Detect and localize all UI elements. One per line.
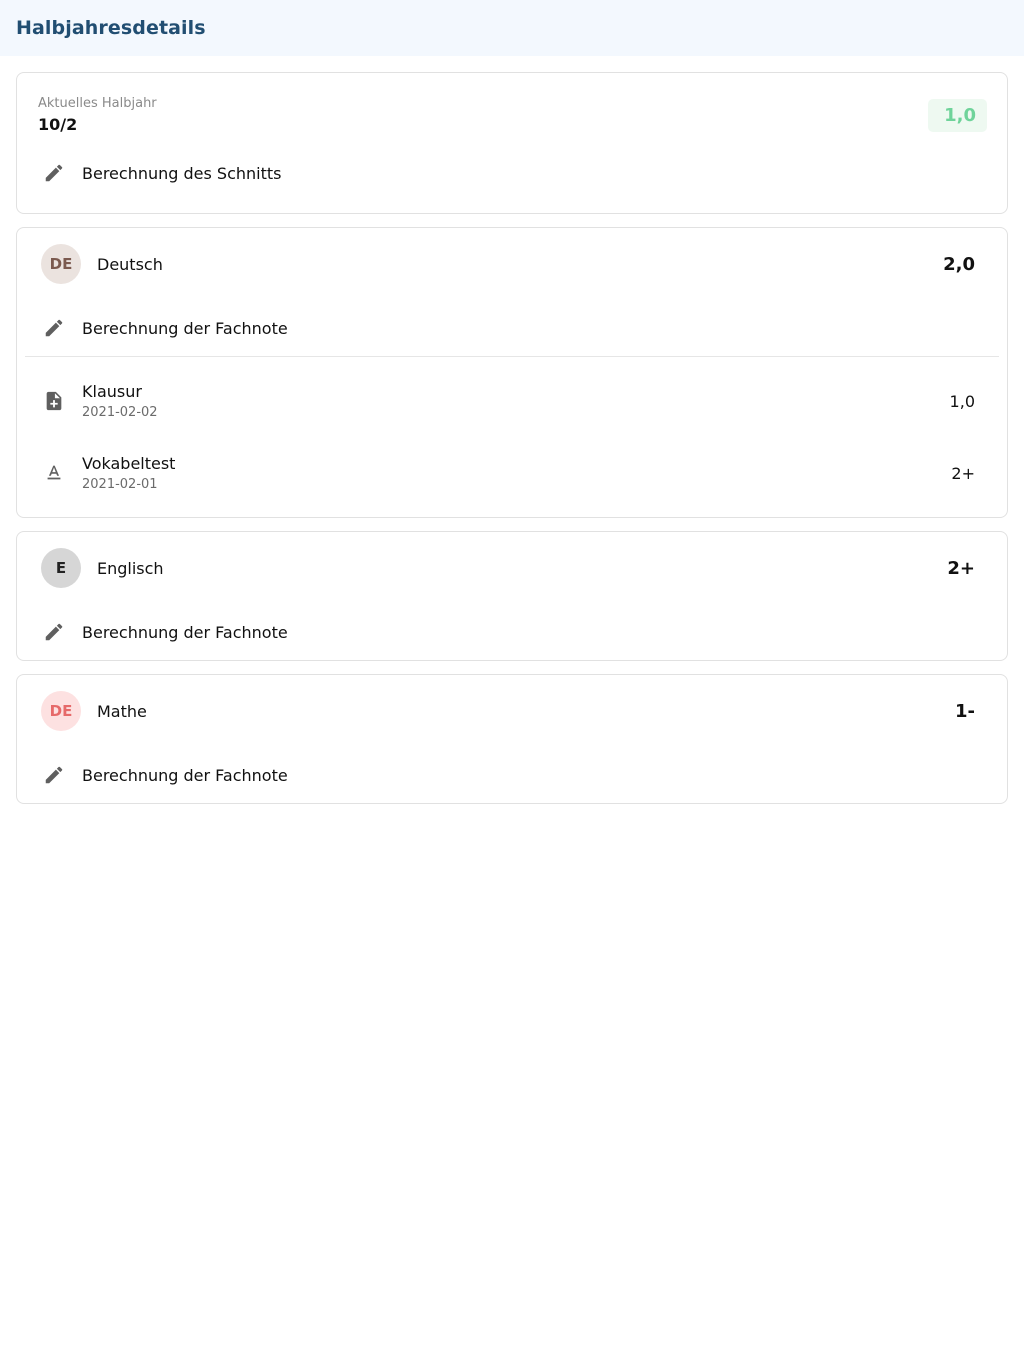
grade-text: Klausur 2021-02-02 <box>82 382 950 420</box>
subject-grade-calculation-button[interactable]: Berechnung der Fachnote <box>17 300 1007 356</box>
content: Aktuelles Halbjahr 10/2 1,0 Berechnung d… <box>0 56 1024 804</box>
subject-avatar: E <box>41 548 81 588</box>
subject-card-deutsch: DE Deutsch 2,0 Berechnung der Fachnote K… <box>16 227 1008 518</box>
subject-grade: 2+ <box>947 557 975 579</box>
edit-icon <box>42 763 66 787</box>
page-title: Halbjahresdetails <box>16 17 206 39</box>
grade-item[interactable]: Vokabeltest 2021-02-01 2+ <box>17 437 1007 509</box>
grade-title: Klausur <box>82 382 142 401</box>
subject-card-englisch: E Englisch 2+ Berechnung der Fachnote <box>16 531 1008 661</box>
edit-icon <box>42 316 66 340</box>
edit-icon <box>42 161 66 185</box>
subject-grade-calculation-label: Berechnung der Fachnote <box>82 318 288 338</box>
grade-value: 1,0 <box>949 391 975 411</box>
subject-grade: 1- <box>955 700 975 722</box>
grade-date: 2021-02-01 <box>82 477 158 492</box>
subject-grade-calculation-label: Berechnung der Fachnote <box>82 622 288 642</box>
subject-grade-calculation-button[interactable]: Berechnung der Fachnote <box>17 604 1007 660</box>
semester-summary-header: Aktuelles Halbjahr 10/2 1,0 <box>17 73 1007 145</box>
grade-text: Vokabeltest 2021-02-01 <box>82 454 951 492</box>
average-calculation-button[interactable]: Berechnung des Schnitts <box>17 145 1007 201</box>
grade-date: 2021-02-02 <box>82 405 158 420</box>
semester-summary-card: Aktuelles Halbjahr 10/2 1,0 Berechnung d… <box>16 72 1008 214</box>
subject-header[interactable]: DE Deutsch 2,0 <box>17 228 1007 300</box>
semester-value: 10/2 <box>38 115 78 134</box>
average-badge: 1,0 <box>928 99 987 132</box>
subject-grade-calculation-button[interactable]: Berechnung der Fachnote <box>17 747 1007 803</box>
subject-grade-calculation-label: Berechnung der Fachnote <box>82 765 288 785</box>
grade-list: Klausur 2021-02-02 1,0 Vokabeltest 2021-… <box>17 357 1007 517</box>
subject-grade: 2,0 <box>943 253 975 275</box>
subject-name: Englisch <box>97 558 164 578</box>
subject-name: Mathe <box>97 701 147 721</box>
subject-name: Deutsch <box>97 254 163 274</box>
text-format-icon <box>42 461 66 485</box>
subject-header[interactable]: E Englisch 2+ <box>17 532 1007 604</box>
note-add-icon <box>42 389 66 413</box>
edit-icon <box>42 620 66 644</box>
subject-header[interactable]: DE Mathe 1- <box>17 675 1007 747</box>
semester-label: Aktuelles Halbjahr <box>38 96 157 111</box>
app-header: Halbjahresdetails <box>0 0 1024 56</box>
grade-item[interactable]: Klausur 2021-02-02 1,0 <box>17 365 1007 437</box>
subject-avatar: DE <box>41 244 81 284</box>
grade-value: 2+ <box>951 463 975 483</box>
subject-avatar: DE <box>41 691 81 731</box>
grade-title: Vokabeltest <box>82 454 176 473</box>
average-calculation-label: Berechnung des Schnitts <box>82 163 282 183</box>
subject-card-mathe: DE Mathe 1- Berechnung der Fachnote <box>16 674 1008 804</box>
